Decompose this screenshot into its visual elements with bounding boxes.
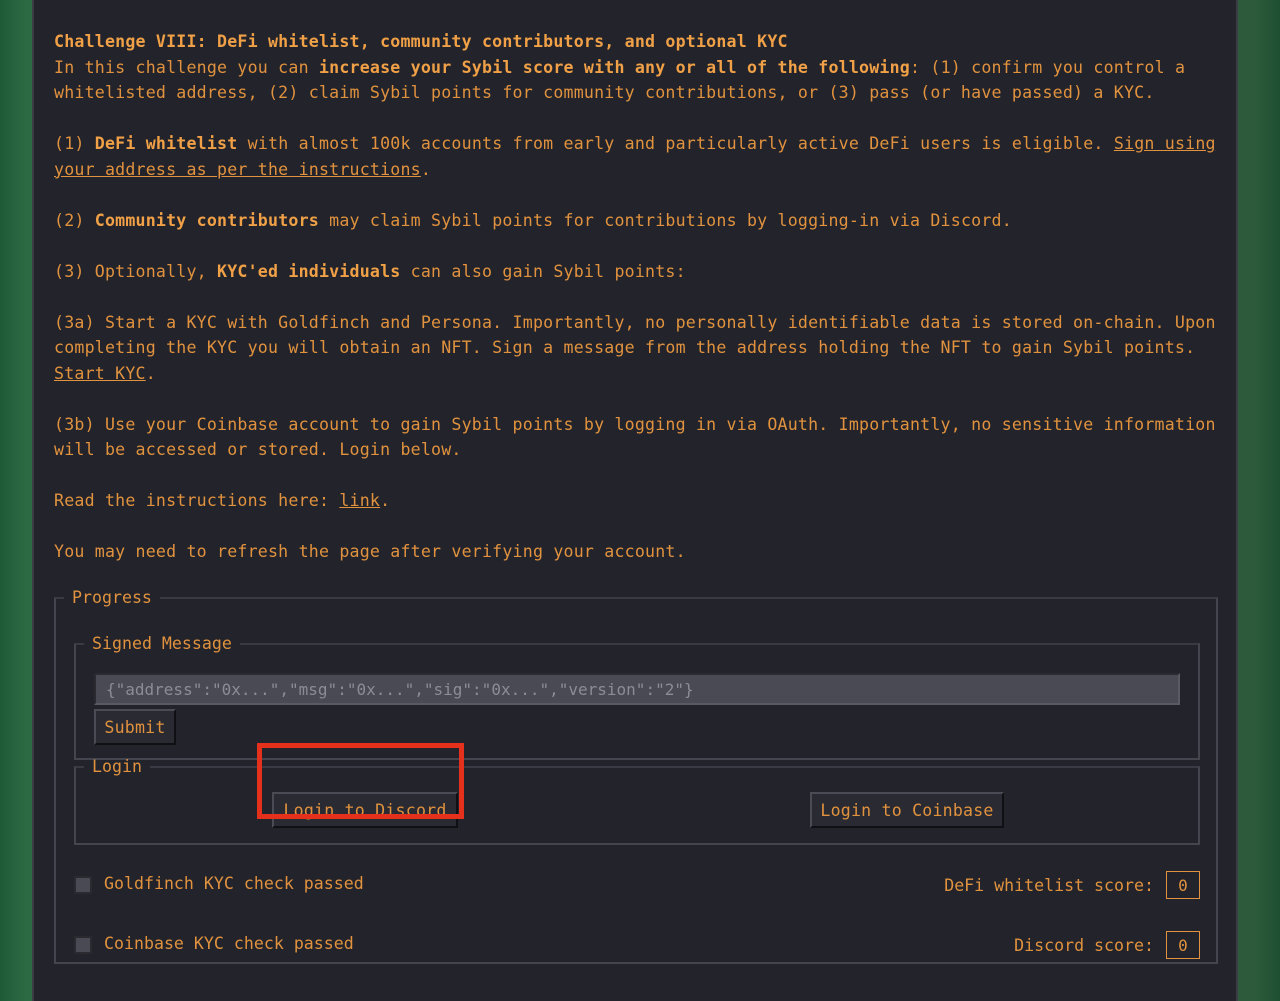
- coinbase-row: Coinbase KYC check passed Discord score:…: [74, 930, 1200, 960]
- goldfinch-kyc-checkbox[interactable]: [74, 876, 92, 894]
- instructions-link[interactable]: link: [339, 491, 380, 510]
- signed-message-input[interactable]: [94, 673, 1180, 705]
- discord-score-label: Discord score:: [1014, 935, 1154, 955]
- item1-bold: DeFi whitelist: [94, 134, 238, 153]
- intro-paragraph: Challenge VIII: DeFi whitelist, communit…: [54, 29, 1220, 106]
- progress-legend: Progress: [72, 588, 152, 607]
- item3a-paragraph: (3a) Start a KYC with Goldfinch and Pers…: [54, 310, 1220, 387]
- item3b-paragraph: (3b) Use your Coinbase account to gain S…: [54, 412, 1220, 463]
- signed-message-legend: Signed Message: [92, 634, 232, 653]
- instructions-text: Read the instructions here:: [54, 491, 340, 510]
- coinbase-kyc-label: Coinbase KYC check passed: [104, 934, 354, 953]
- defi-score-label: DeFi whitelist score:: [944, 875, 1154, 895]
- item2-prefix: (2): [54, 210, 95, 230]
- progress-fieldset: Progress Signed Message Submit Login Log…: [54, 588, 1218, 964]
- item2-paragraph: (2) Community contributors may claim Syb…: [54, 208, 1220, 234]
- item1-text: with almost 100k accounts from early and…: [237, 134, 1114, 153]
- login-legend: Login: [92, 757, 142, 776]
- challenge-panel: Challenge VIII: DeFi whitelist, communit…: [32, 0, 1238, 1001]
- defi-score-group: DeFi whitelist score: 0: [944, 870, 1200, 900]
- goldfinch-kyc-label: Goldfinch KYC check passed: [104, 874, 364, 893]
- goldfinch-row: Goldfinch KYC check passed DeFi whitelis…: [74, 870, 1200, 900]
- item1-paragraph: (1) DeFi whitelist with almost 100k acco…: [54, 131, 1220, 182]
- login-fieldset: Login Login to Discord Login to Coinbase: [74, 757, 1200, 845]
- instructions-suffix: .: [380, 491, 391, 510]
- refresh-note: You may need to refresh the page after v…: [54, 542, 686, 561]
- discord-score-group: Discord score: 0: [1014, 930, 1200, 960]
- discord-score-value: 0: [1166, 931, 1200, 959]
- login-coinbase-button[interactable]: Login to Coinbase: [810, 792, 1004, 828]
- signed-message-fieldset: Signed Message Submit: [74, 634, 1200, 760]
- challenge-title: Challenge VIII: DeFi whitelist, communit…: [54, 32, 788, 51]
- item1-prefix: (1): [54, 134, 95, 153]
- defi-score-value: 0: [1166, 871, 1200, 899]
- item3a-suffix: .: [145, 363, 156, 383]
- login-discord-button[interactable]: Login to Discord: [272, 792, 458, 828]
- start-kyc-link[interactable]: Start KYC: [54, 364, 146, 383]
- item3-paragraph: (3) Optionally, KYC'ed individuals can a…: [54, 259, 1220, 285]
- item3-text: can also gain Sybil points:: [400, 261, 686, 281]
- instructions-paragraph: Read the instructions here: link.: [54, 488, 1220, 514]
- challenge-content: Challenge VIII: DeFi whitelist, communit…: [54, 29, 1220, 590]
- item1-suffix: .: [420, 159, 432, 179]
- coinbase-kyc-checkbox[interactable]: [74, 936, 92, 954]
- item3b-text: (3b) Use your Coinbase account to gain S…: [54, 414, 1216, 460]
- submit-button[interactable]: Submit: [94, 709, 176, 745]
- intro-bold: increase your Sybil score with any or al…: [318, 57, 910, 77]
- item3-bold: KYC'ed individuals: [217, 261, 401, 281]
- intro-text-a: In this challenge you can: [54, 57, 319, 77]
- item3a-text: (3a) Start a KYC with Goldfinch and Pers…: [54, 312, 1216, 358]
- item2-text: may claim Sybil points for contributions…: [318, 210, 1012, 230]
- item2-bold: Community contributors: [94, 210, 319, 230]
- item3-prefix: (3) Optionally,: [54, 261, 218, 281]
